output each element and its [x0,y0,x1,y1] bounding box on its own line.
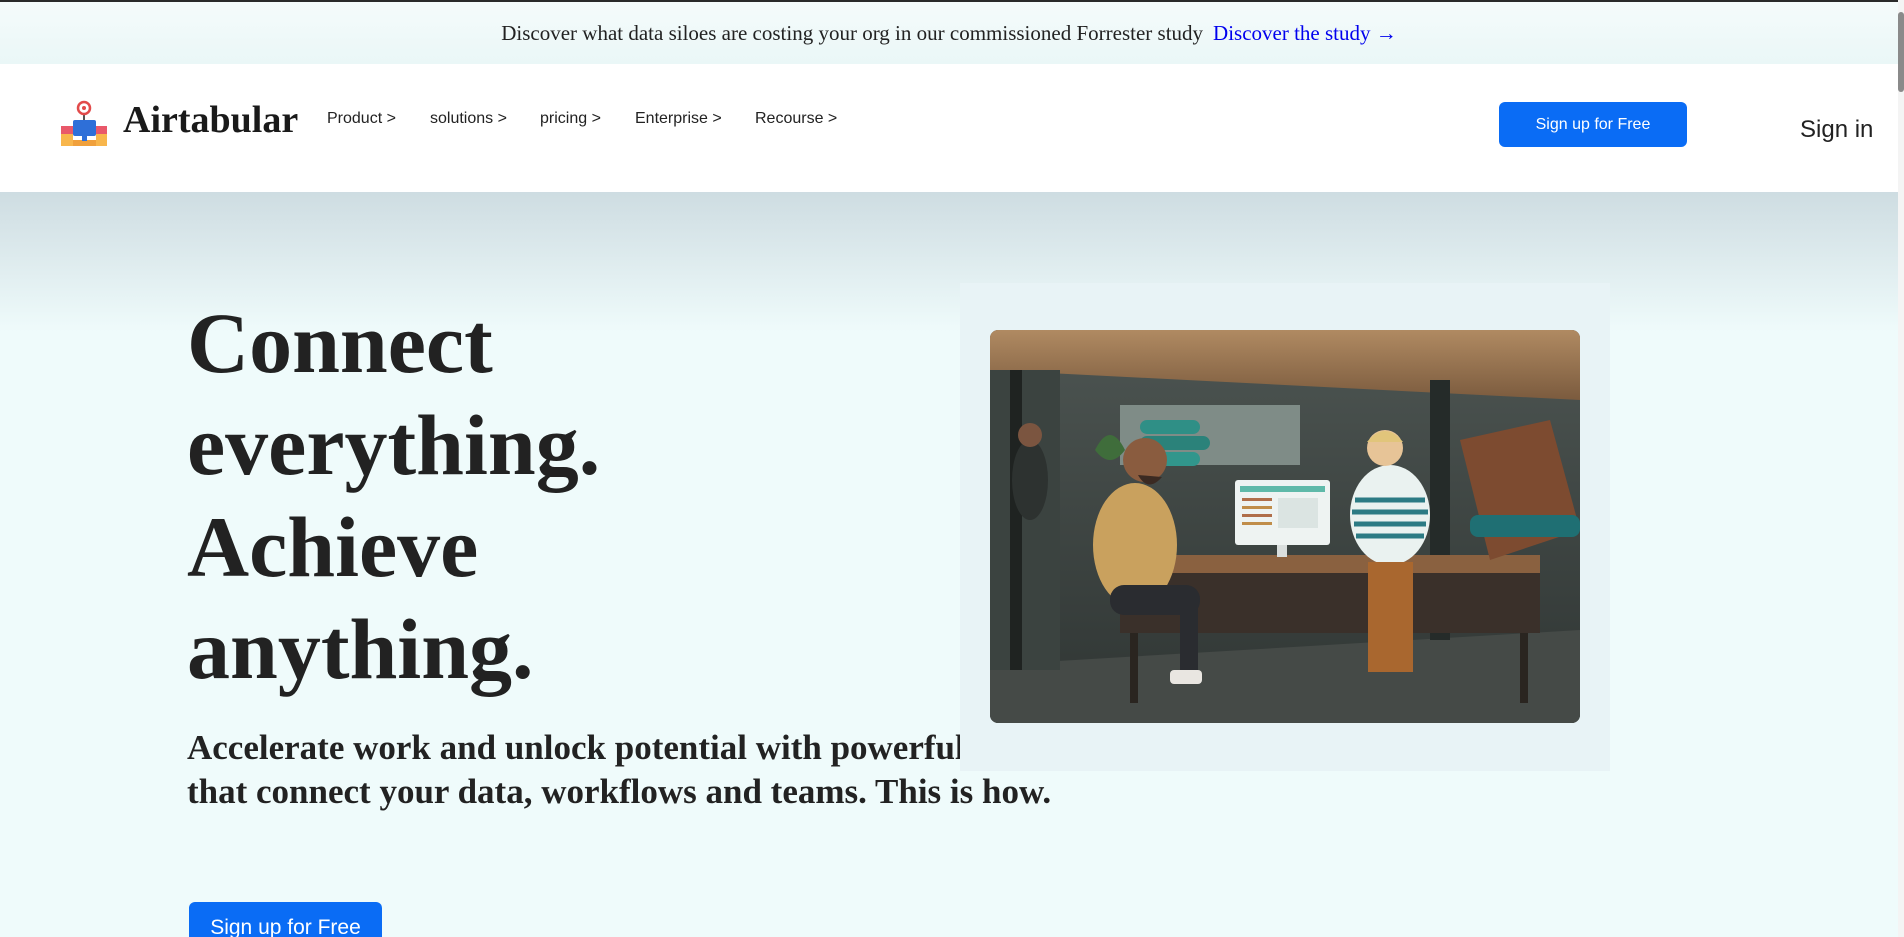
nav-item-solutions[interactable]: solutions > [430,110,507,128]
announcement-text: Discover what data siloes are costing yo… [501,20,1204,45]
nav-signup-button[interactable]: Sign up for Free [1499,102,1687,147]
brand-name[interactable]: Airtabular [123,98,298,142]
nav-item-pricing[interactable]: pricing > [540,110,601,128]
nav-item-recourse[interactable]: Recourse > [755,110,837,128]
discover-study-link[interactable]: Discover the study → [1213,21,1397,46]
hero-signup-button[interactable]: Sign up for Free [189,902,382,937]
navbar: Airtabular Product > solutions > pricing… [0,64,1898,192]
workshop-photo [990,330,1580,723]
nav-item-product[interactable]: Product > [327,110,396,128]
hero-title-line: anything. [187,601,534,697]
signin-link[interactable]: Sign in [1800,116,1873,144]
hero-title-line: Connect [187,295,493,391]
page-scrollbar[interactable] [1898,0,1904,937]
scrollbar-thumb[interactable] [1898,12,1904,92]
hero-title-line: everything. [187,397,601,493]
airtabular-logo-icon[interactable] [60,100,108,148]
hero-subtitle: Accelerate work and unlock potential wit… [187,728,1052,811]
hero-title: Connect everything. Achieve anything. [187,292,600,700]
hero-title-line: Achieve [187,499,479,595]
nav-item-enterprise[interactable]: Enterprise > [635,110,722,128]
announcement-bar: Discover what data siloes are costing yo… [0,2,1898,64]
